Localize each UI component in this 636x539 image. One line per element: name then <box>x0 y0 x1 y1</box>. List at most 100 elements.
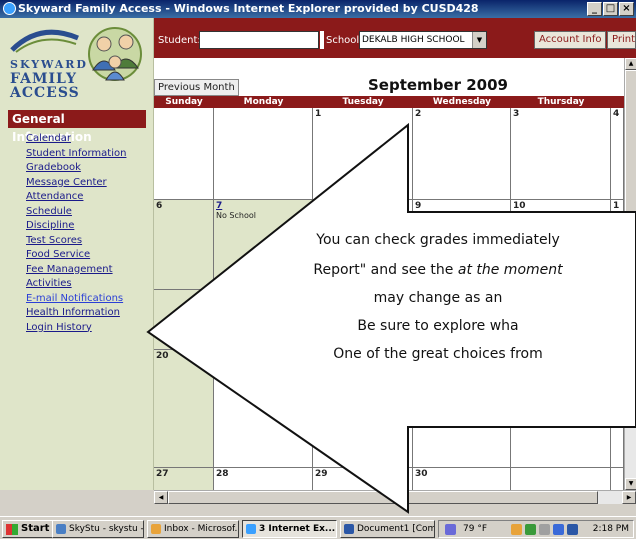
school-label: School: <box>326 35 363 46</box>
app-icon <box>56 524 66 534</box>
print-button[interactable]: Print <box>607 31 636 49</box>
window-title: Skyward Family Access - Windows Internet… <box>18 2 479 15</box>
maximize-button[interactable]: □ <box>603 2 618 16</box>
calendar-cell[interactable]: 30 <box>413 468 511 490</box>
horizontal-scrollbar[interactable]: ◀ ▶ <box>154 490 636 504</box>
school-select[interactable]: DEKALB HIGH SCHOOL ▼ <box>359 31 487 49</box>
logo-text: SKYWARD FAMILY ACCESS <box>10 58 88 101</box>
nav-item-health-information[interactable]: Health Information <box>26 306 126 321</box>
calendar-cell[interactable] <box>154 108 214 200</box>
skyward-logo: SKYWARD FAMILY ACCESS <box>4 22 150 102</box>
nav-list: Calendar Student Information Gradebook M… <box>26 132 126 335</box>
day-header-row: Sunday Monday Tuesday Wednesday Thursday <box>154 96 624 108</box>
nav-item-schedule[interactable]: Schedule <box>26 205 126 220</box>
scroll-left-icon[interactable]: ◀ <box>154 491 168 504</box>
internet-explorer-icon <box>3 2 16 15</box>
weather-icon[interactable] <box>445 524 456 535</box>
nav-item-login-history[interactable]: Login History <box>26 321 126 336</box>
callout-line-3: may change as an <box>373 290 503 306</box>
calendar-cell[interactable]: 6 <box>154 200 214 290</box>
top-toolbar: Student: School: DEKALB HIGH SCHOOL ▼ Ac… <box>154 18 636 58</box>
horizontal-scroll-thumb[interactable] <box>168 491 598 504</box>
student-input[interactable] <box>199 31 319 49</box>
student-label: Student: <box>158 35 201 46</box>
calendar-cell[interactable]: 28 <box>214 468 313 490</box>
day-link[interactable]: 7 <box>216 201 222 211</box>
minimize-button[interactable]: _ <box>587 2 602 16</box>
nav-item-calendar[interactable]: Calendar <box>26 132 126 147</box>
callout-line-4: Be sure to explore wha <box>357 318 519 334</box>
calendar-cell[interactable]: 24 <box>511 350 611 468</box>
calendar-cell[interactable]: 29 <box>313 468 413 490</box>
tray-icon[interactable] <box>539 524 550 535</box>
scroll-up-icon[interactable]: ▲ <box>625 58 636 70</box>
nav-item-email-notifications[interactable]: E-mail Notifications <box>26 292 126 307</box>
calendar-cell[interactable]: 20 <box>154 350 214 468</box>
window-controls: _ □ × <box>587 2 634 16</box>
calendar-cell[interactable] <box>214 108 313 200</box>
taskbar-item-inbox[interactable]: Inbox - Microsof... <box>147 520 239 538</box>
taskbar-item-document[interactable]: Document1 [Com... <box>340 520 435 538</box>
tray-icon[interactable] <box>553 524 564 535</box>
scroll-down-icon[interactable]: ▼ <box>625 478 636 490</box>
calendar-cell[interactable]: 2 <box>611 350 624 468</box>
callout-line-2: Report" and see the at the moment <box>313 262 563 278</box>
nav-item-gradebook[interactable]: Gradebook <box>26 161 126 176</box>
sidebar-footer <box>0 490 154 504</box>
scroll-right-icon[interactable]: ▶ <box>622 491 636 504</box>
outlook-icon <box>151 524 161 534</box>
callout-line-5: One of the great choices from <box>333 346 543 362</box>
browser-window: Skyward Family Access - Windows Internet… <box>0 0 636 539</box>
nav-item-fee-management[interactable]: Fee Management <box>26 263 126 278</box>
sidebar: SKYWARD FAMILY ACCESS General Informatio… <box>0 18 154 490</box>
family-people-icon <box>88 27 142 81</box>
tray-icon[interactable] <box>525 524 536 535</box>
clock: 2:18 PM <box>592 524 629 534</box>
day-header-thursday: Thursday <box>537 97 585 107</box>
nav-item-activities[interactable]: Activities <box>26 277 126 292</box>
taskbar: Start SkyStu - skystu -... Inbox - Micro… <box>0 516 636 539</box>
tray-icon[interactable] <box>511 524 522 535</box>
word-icon <box>344 524 354 534</box>
callout-line-1: You can check grades immediately <box>316 232 560 248</box>
calendar-cell[interactable] <box>154 290 214 350</box>
nav-item-attendance[interactable]: Attendance <box>26 190 126 205</box>
window-title-bar[interactable]: Skyward Family Access - Windows Internet… <box>0 0 636 18</box>
month-title: September 2009 <box>368 76 508 94</box>
school-select-value: DEKALB HIGH SCHOOL <box>362 35 465 45</box>
nav-item-discipline[interactable]: Discipline <box>26 219 126 234</box>
toolbar-separator <box>320 31 324 49</box>
windows-flag-icon <box>6 524 18 535</box>
day-header-tuesday: Tuesday <box>342 97 384 107</box>
day-header-sunday: Sunday <box>165 97 203 107</box>
calendar-cell[interactable]: 2 <box>413 108 511 200</box>
tray-icon[interactable] <box>567 524 578 535</box>
nav-item-test-scores[interactable]: Test Scores <box>26 234 126 249</box>
nav-item-student-information[interactable]: Student Information <box>26 147 126 162</box>
internet-explorer-icon <box>246 524 256 534</box>
day-header-monday: Monday <box>243 97 284 107</box>
nav-item-message-center[interactable]: Message Center <box>26 176 126 191</box>
calendar-cell[interactable] <box>511 468 611 490</box>
calendar-cell[interactable] <box>313 350 413 468</box>
no-school-note: No School <box>216 211 256 220</box>
nav-item-food-service[interactable]: Food Service <box>26 248 126 263</box>
calendar-cell[interactable] <box>611 468 624 490</box>
day-header-wednesday: Wednesday <box>432 97 492 107</box>
calendar-cell[interactable]: 27 <box>154 468 214 490</box>
calendar-cell[interactable]: 1 <box>313 108 413 200</box>
calendar-cell[interactable]: 23 <box>413 350 511 468</box>
taskbar-item-skystu[interactable]: SkyStu - skystu -... <box>52 520 144 538</box>
calendar-cell[interactable]: 4 <box>611 108 624 200</box>
calendar-cell[interactable]: 3 <box>511 108 611 200</box>
previous-month-button[interactable]: Previous Month <box>154 79 239 96</box>
close-button[interactable]: × <box>619 2 634 16</box>
skyward-swoosh-icon <box>10 29 79 53</box>
chevron-down-icon[interactable]: ▼ <box>472 32 486 48</box>
start-button[interactable]: Start <box>2 520 54 538</box>
calendar-cell[interactable]: 21 <box>214 350 313 468</box>
taskbar-item-internet-explorer[interactable]: 3 Internet Ex... <box>242 520 337 538</box>
account-info-button[interactable]: Account Info <box>534 31 607 49</box>
temperature: 79 °F <box>463 524 487 534</box>
nav-heading: General Information <box>8 110 146 144</box>
